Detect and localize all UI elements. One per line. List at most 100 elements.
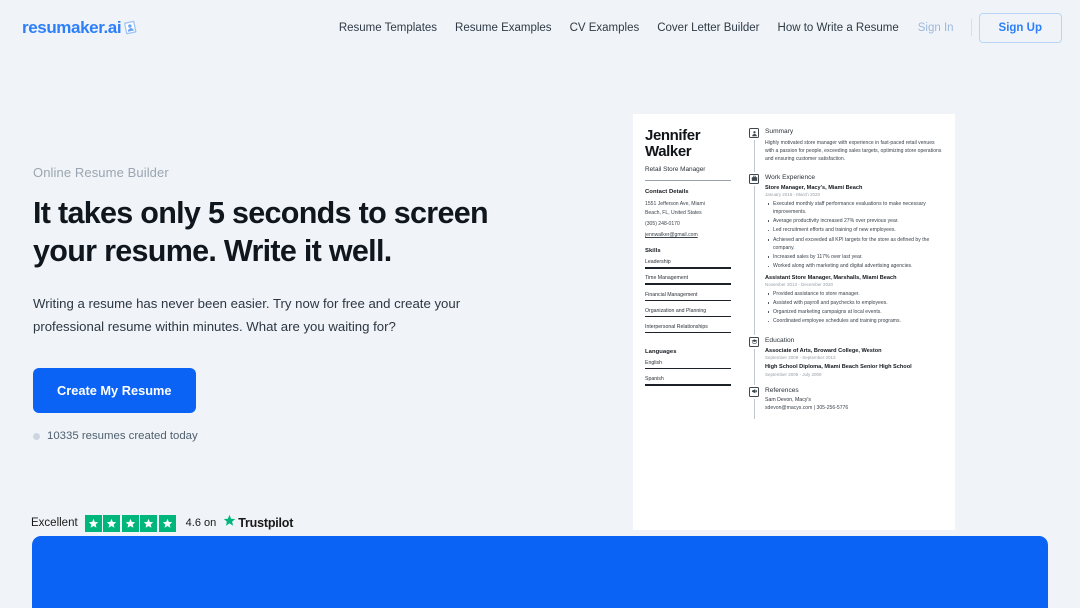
job-bullet: Average productivity increased 27% over … xyxy=(765,217,943,225)
language-bar xyxy=(645,367,731,370)
rail xyxy=(743,386,765,420)
sign-in-link[interactable]: Sign In xyxy=(908,22,964,34)
briefcase-icon xyxy=(749,173,759,184)
top-navbar: resumaker.ai Resume Templates Resume Exa… xyxy=(0,0,1080,55)
skill-item: Interpersonal Relationships xyxy=(645,324,731,334)
education-degree: Associate of Arts, Broward College, West… xyxy=(765,347,882,354)
job-bullet: Led recruitment efforts and training of … xyxy=(765,226,943,234)
work-experience-title: Work Experience xyxy=(765,173,816,181)
job-bullet: Assisted with payroll and paychecks to e… xyxy=(765,299,943,307)
star-icon xyxy=(121,514,139,532)
job-bullet: Increased sales by 117% over last year. xyxy=(765,253,943,261)
reference-contact: sdevon@macys.com | 305-256-5776 xyxy=(765,405,849,412)
job-bullet: Worked along with marketing and digital … xyxy=(765,262,943,270)
education-date: September 2005 - July 2009 xyxy=(765,371,822,377)
job-title: Assistant Store Manager, Marshalls, Miam… xyxy=(765,274,897,281)
job-title: Store Manager, Macy's, Miami Beach xyxy=(765,184,863,191)
skill-item: Leadership xyxy=(645,259,731,269)
sign-up-button[interactable]: Sign Up xyxy=(978,12,1062,43)
job-date: November 2013 - December 2020 xyxy=(765,282,834,288)
language-label: English xyxy=(645,359,663,366)
rail-line xyxy=(753,140,755,172)
skill-bar xyxy=(645,283,731,286)
trustpilot-score: 4.6 on xyxy=(185,517,217,529)
resume-left-column: Jennifer Walker Retail Store Manager Con… xyxy=(645,127,737,421)
job-entry: Assistant Store Manager, Marshalls, Miam… xyxy=(765,275,943,326)
languages-title: Languages xyxy=(645,348,677,355)
skill-label: Leadership xyxy=(645,259,671,266)
landing-page: resumaker.ai Resume Templates Resume Exa… xyxy=(0,0,1080,608)
nav-links: Resume Templates Resume Examples CV Exam… xyxy=(330,12,1062,43)
resumes-created-text: 10335 resumes created today xyxy=(47,430,198,443)
skills-title: Skills xyxy=(645,248,661,255)
hero-eyebrow: Online Resume Builder xyxy=(33,165,169,180)
summary-text: Highly motivated store manager with expe… xyxy=(765,139,942,163)
rail-line xyxy=(753,398,755,420)
bottom-blue-band xyxy=(32,536,1048,608)
skill-bar xyxy=(645,315,731,318)
skill-label: Financial Management xyxy=(645,291,698,298)
job-bullet: Achieved and exceeded all KPI targets fo… xyxy=(765,236,943,253)
dot-icon xyxy=(33,432,40,440)
star-icon xyxy=(158,514,176,532)
contact-address-line-1: 1551 Jefferson Ave, Miami xyxy=(645,201,705,208)
nav-link-resume-templates[interactable]: Resume Templates xyxy=(330,22,446,34)
references-title: References xyxy=(765,386,799,394)
resume-summary-block: Summary Highly motivated store manager w… xyxy=(743,128,943,172)
contact-address-line-2: Beach, FL, United States xyxy=(645,209,702,216)
nav-link-how-to-write-a-resume[interactable]: How to Write a Resume xyxy=(769,22,908,34)
skill-item: Financial Management xyxy=(645,292,731,302)
rail xyxy=(743,173,765,335)
rail-line xyxy=(753,185,755,335)
rail-line xyxy=(753,348,755,385)
language-bar xyxy=(645,383,731,386)
contact-phone: (305) 248-0170 xyxy=(645,220,680,227)
star-icon xyxy=(84,514,102,532)
rail xyxy=(743,336,765,385)
hero-subcopy: Writing a resume has never been easier. … xyxy=(33,295,461,334)
education-entry: High School Diploma, Miami Beach Senior … xyxy=(765,364,943,377)
resume-name: Jennifer Walker xyxy=(645,127,701,161)
resume-education-block: Education Associate of Arts, Broward Col… xyxy=(743,336,943,385)
language-item: English xyxy=(645,360,731,370)
job-bullets: Executed monthly staff performance evalu… xyxy=(765,200,943,271)
job-bullet: Organized marketing campaigns at local e… xyxy=(765,308,943,316)
summary-title: Summary xyxy=(765,128,794,135)
logo[interactable]: resumaker.ai xyxy=(22,18,139,38)
trustpilot-brand: Trustpilot xyxy=(223,514,293,532)
trustpilot-rating-word: Excellent xyxy=(31,517,78,529)
nav-divider xyxy=(970,19,972,36)
job-bullets: Provided assistance to store manager. As… xyxy=(765,290,943,326)
resume-preview-card[interactable]: Jennifer Walker Retail Store Manager Con… xyxy=(633,114,955,530)
job-bullet: Coordinated employee schedules and train… xyxy=(765,317,943,325)
reference-name: Sam Devon, Macy's xyxy=(765,397,811,404)
contact-details-title: Contact Details xyxy=(645,189,689,196)
job-date: January 2016 - March 2020 xyxy=(765,192,821,198)
skill-label: Time Management xyxy=(645,275,689,282)
create-my-resume-button[interactable]: Create My Resume xyxy=(33,368,196,414)
graduation-cap-icon xyxy=(749,336,759,347)
star-icon xyxy=(103,514,121,532)
education-degree: High School Diploma, Miami Beach Senior … xyxy=(765,364,912,371)
nav-link-cover-letter-builder[interactable]: Cover Letter Builder xyxy=(648,22,768,34)
language-label: Spanish xyxy=(645,375,664,382)
skill-item: Time Management xyxy=(645,275,731,286)
nav-link-cv-examples[interactable]: CV Examples xyxy=(561,22,649,34)
nav-link-resume-examples[interactable]: Resume Examples xyxy=(446,22,561,34)
person-badge-icon xyxy=(749,128,759,138)
megaphone-icon xyxy=(749,386,759,397)
rail xyxy=(743,128,765,172)
logo-text: resumaker.ai xyxy=(22,17,122,37)
trustpilot-stars xyxy=(84,514,176,532)
resume-references-block: References Sam Devon, Macy's sdevon@macy… xyxy=(743,386,943,420)
trustpilot-brand-name: Trustpilot xyxy=(238,516,294,530)
trustpilot-rating[interactable]: Excellent 4.6 on Trustpilot xyxy=(31,514,293,532)
trustpilot-star-icon xyxy=(223,514,236,532)
skill-item: Organization and Planning xyxy=(645,308,731,318)
education-date: September 2009 - September 2013 xyxy=(765,355,836,361)
job-bullet: Provided assistance to store manager. xyxy=(765,290,943,298)
resumes-created-counter: 10335 resumes created today xyxy=(33,430,533,442)
job-bullet: Executed monthly staff performance evalu… xyxy=(765,200,943,217)
resume-role: Retail Store Manager xyxy=(645,166,706,174)
skill-bar xyxy=(645,267,731,269)
